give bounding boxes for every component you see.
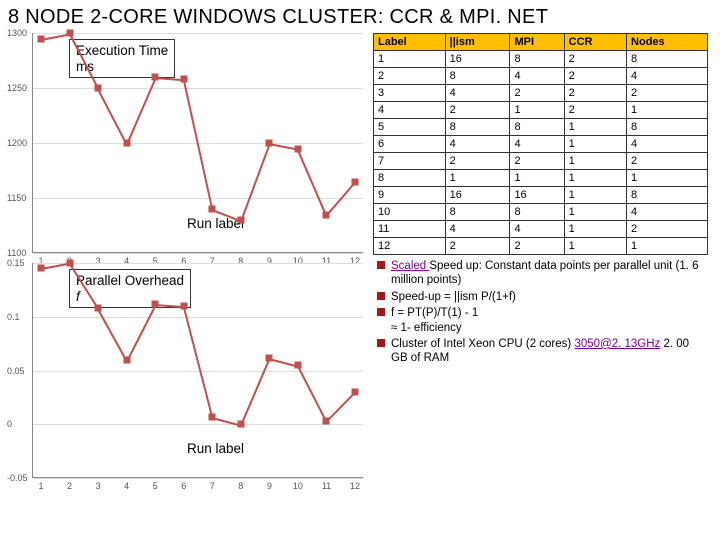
note-3: f = PT(P)/T(1) - 1≈ 1- efficiency: [377, 306, 708, 335]
table-row: 122211: [374, 238, 708, 255]
exec-time-chart: Execution Time ms Run label 110011501200…: [32, 33, 363, 253]
chart2-overlay-l2: f: [76, 289, 80, 304]
table-header: Nodes: [627, 34, 708, 51]
chart2-runlabel: Run label: [183, 440, 248, 457]
charts-column: Execution Time ms Run label 110011501200…: [8, 33, 363, 478]
runs-table: Label||ismMPICCRNodes 116828284243422242…: [373, 33, 708, 255]
table-row: 81111: [374, 170, 708, 187]
chart1-overlay-l1: Execution Time: [76, 43, 168, 58]
chart2-overlay: Parallel Overhead f: [69, 269, 191, 308]
chart2-overlay-l1: Parallel Overhead: [76, 273, 184, 288]
table-row: 116828: [374, 51, 708, 68]
slide-title: 8 NODE 2-CORE WINDOWS CLUSTER: CCR & MPI…: [8, 6, 712, 29]
table-row: 28424: [374, 68, 708, 85]
data-point: [352, 389, 359, 396]
table-row: 114412: [374, 221, 708, 238]
notes-list: Scaled Speed up: Constant data points pe…: [373, 259, 708, 366]
table-row: 108814: [374, 204, 708, 221]
table-row: 64414: [374, 136, 708, 153]
table-header: Label: [374, 34, 446, 51]
overhead-chart: Parallel Overhead f Run label -0.0500.05…: [32, 263, 363, 478]
table-header: MPI: [510, 34, 564, 51]
note-2: Speed-up = ||ism P/(1+f): [377, 290, 708, 304]
note-4: Cluster of Intel Xeon CPU (2 cores) 3050…: [377, 337, 708, 366]
note-1: Scaled Speed up: Constant data points pe…: [377, 259, 708, 288]
table-header: CCR: [564, 34, 626, 51]
right-column: Label||ismMPICCRNodes 116828284243422242…: [373, 33, 708, 478]
table-row: 42121: [374, 102, 708, 119]
table-header: ||ism: [445, 34, 510, 51]
data-point: [352, 178, 359, 185]
table-row: 72212: [374, 153, 708, 170]
chart1-overlay: Execution Time ms: [69, 39, 175, 78]
table-row: 34222: [374, 85, 708, 102]
table-row: 58818: [374, 119, 708, 136]
table-row: 9161618: [374, 187, 708, 204]
